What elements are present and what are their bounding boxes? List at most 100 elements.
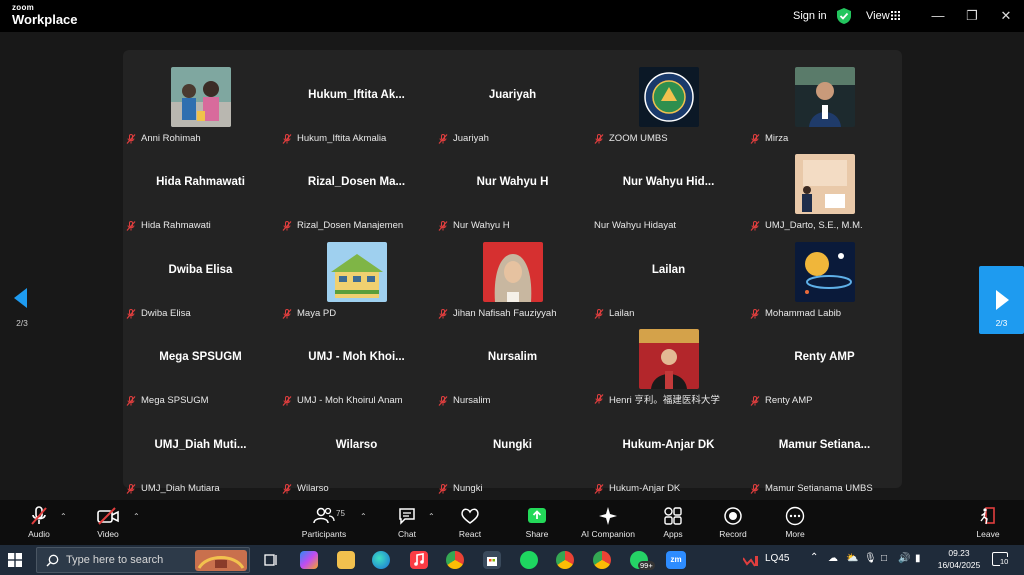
previous-page-button[interactable]: 2/3 [0,268,44,334]
participant-name-label: Hukum_Iftita Akmalia [282,133,386,144]
participant-name-label: Hukum-Anjar DK [594,483,680,494]
audio-options-chevron-icon[interactable]: ⌃ [60,512,67,521]
leave-button[interactable]: Leave [958,506,1018,539]
microphone-muted-icon [594,394,604,404]
participant-tile[interactable]: Hukum-Anjar DK Hukum-Anjar DK [591,410,746,497]
participant-tile[interactable]: Mamur Setiana... Mamur Setianama UMBS [747,410,902,497]
meeting-stage: 2/3 Anni Rohimah Hukum_Iftita Ak... Hukum_… [0,32,1024,500]
participant-display-name: Dwiba Elisa [168,264,233,276]
close-icon[interactable]: ✕ [996,6,1016,26]
participant-tile[interactable]: Juariyah Juariyah [435,60,590,147]
participant-avatar [639,67,699,127]
video-options-chevron-icon[interactable]: ⌃ [133,512,140,521]
participant-tile[interactable]: Nungki Nungki [435,410,590,497]
participant-name-label: UMJ - Moh Khoirul Anam [282,395,403,406]
share-button[interactable]: Share [507,506,567,539]
participant-tile[interactable]: Nur Wahyu H Nur Wahyu H [435,147,590,234]
video-button[interactable]: Video [78,506,138,539]
participant-tile[interactable]: Mega SPSUGM Mega SPSUGM [123,322,278,409]
participant-tile[interactable]: Mohammad Labib [747,235,902,322]
more-button[interactable]: More [765,506,825,539]
participants-button[interactable]: Participants [294,506,354,539]
participant-name-text: Nur Wahyu Hidayat [594,220,677,231]
react-button[interactable]: React [440,506,500,539]
participant-tile[interactable]: UMJ_Diah Muti... UMJ_Diah Mutiara [123,410,278,497]
restore-icon[interactable]: ❐ [962,6,982,26]
participant-name-label: Dwiba Elisa [126,308,191,319]
ai-companion-button[interactable]: AI Companion [578,506,638,539]
windows-start-icon[interactable] [8,553,22,567]
participant-avatar [327,242,387,302]
participant-name-label: Nur Wahyu Hidayat [594,220,676,231]
participant-tile[interactable]: Dwiba Elisa Dwiba Elisa [123,235,278,322]
participant-tile[interactable]: Anni Rohimah [123,60,278,147]
edge-browser-icon[interactable] [372,551,390,569]
record-button[interactable]: Record [703,506,763,539]
participant-tile[interactable]: Hukum_Iftita Ak... Hukum_Iftita Akmalia [279,60,434,147]
windows-taskbar: Type here to search 99+ zm LQ45 ⌃ ☁ ⛅ 🎙 … [0,545,1024,575]
participant-name-text: Mirza [765,133,789,144]
participant-tile[interactable]: Nur Wahyu Hid... Nur Wahyu Hidayat [591,147,746,234]
participant-name-text: Lailan [609,308,635,319]
sign-in-button[interactable]: Sign in [793,10,827,22]
participant-tile[interactable]: Renty AMP Renty AMP [747,322,902,409]
participant-tile[interactable]: Nursalim Nursalim [435,322,590,409]
stock-ticker[interactable]: LQ45 [765,553,789,564]
participant-tile[interactable]: Maya PD [279,235,434,322]
participant-tile[interactable]: Hida Rahmawati Hida Rahmawati [123,147,278,234]
participant-name-text: Nursalim [453,395,491,406]
copilot-icon[interactable] [300,551,318,569]
participant-name-text: Hida Rahmawati [141,220,211,231]
task-view-icon[interactable] [262,551,280,569]
participant-tile[interactable]: Lailan Lailan [591,235,746,322]
microphone-muted-icon [126,308,136,319]
participant-tile[interactable]: Rizal_Dosen Ma... Rizal_Dosen Manajemen [279,147,434,234]
tray-overflow-chevron-icon[interactable]: ⌃ [810,552,818,563]
participant-tile[interactable]: Mirza [747,60,902,147]
arrow-right-icon [996,290,1009,310]
participant-tile[interactable]: Wilarso Wilarso [279,410,434,497]
grid-view-icon[interactable] [891,11,900,20]
participant-tile[interactable]: ZOOM UMBS [591,60,746,147]
microphone-muted-icon [282,483,292,494]
microphone-muted-icon [126,395,136,406]
next-page-button[interactable]: 2/3 [979,266,1024,334]
music-app-icon[interactable] [410,551,428,569]
participants-options-chevron-icon[interactable]: ⌃ [360,512,367,521]
volume-icon[interactable]: 🔊 [898,553,910,564]
participant-display-name: Hukum-Anjar DK [622,439,715,451]
participant-avatar [795,67,855,127]
audio-button[interactable]: Audio [9,506,69,539]
participant-tile[interactable]: Henri 亨利。福建医科大学 [591,322,746,409]
chrome-icon[interactable] [446,551,464,569]
participant-display-name: Nursalim [487,351,538,363]
chrome-profile-k-icon[interactable] [593,551,611,569]
spotify-icon[interactable] [520,551,538,569]
taskbar-search-box[interactable]: Type here to search [36,547,250,573]
zoom-app-icon[interactable]: zm [666,551,686,569]
participant-tile[interactable]: UMJ_Darto, S.E., M.M. [747,147,902,234]
participant-name-label: Nursalim [438,395,490,406]
clock-time: 09.23 [948,548,970,558]
apps-button[interactable]: Apps [643,506,703,539]
system-clock[interactable]: 09.23 16/04/2025 [935,547,983,571]
microphone-tray-icon[interactable]: 🎙 [864,553,877,564]
store-icon[interactable] [483,551,501,569]
battery-icon[interactable]: ▮ [915,553,921,564]
participant-tile[interactable]: Jihan Nafisah Fauziyyah [435,235,590,322]
participant-display-name: Renty AMP [794,351,855,363]
participant-tile[interactable]: UMJ - Moh Khoi... UMJ - Moh Khoirul Anam [279,322,434,409]
microphone-muted-icon [438,220,448,231]
chrome-profile-icon[interactable] [556,551,574,569]
minimize-icon[interactable]: — [928,6,948,26]
cloud-icon[interactable]: ☁ [828,553,838,564]
display-icon[interactable]: □ [881,553,887,564]
weather-icon[interactable]: ⛅ [846,553,858,564]
shield-icon[interactable] [837,8,851,24]
share-screen-icon [528,508,546,523]
view-button[interactable]: View [866,10,890,22]
chat-options-chevron-icon[interactable]: ⌃ [428,512,435,521]
chat-button[interactable]: Chat [377,506,437,539]
file-explorer-icon[interactable] [337,551,355,569]
participants-label: Participants [301,529,347,539]
